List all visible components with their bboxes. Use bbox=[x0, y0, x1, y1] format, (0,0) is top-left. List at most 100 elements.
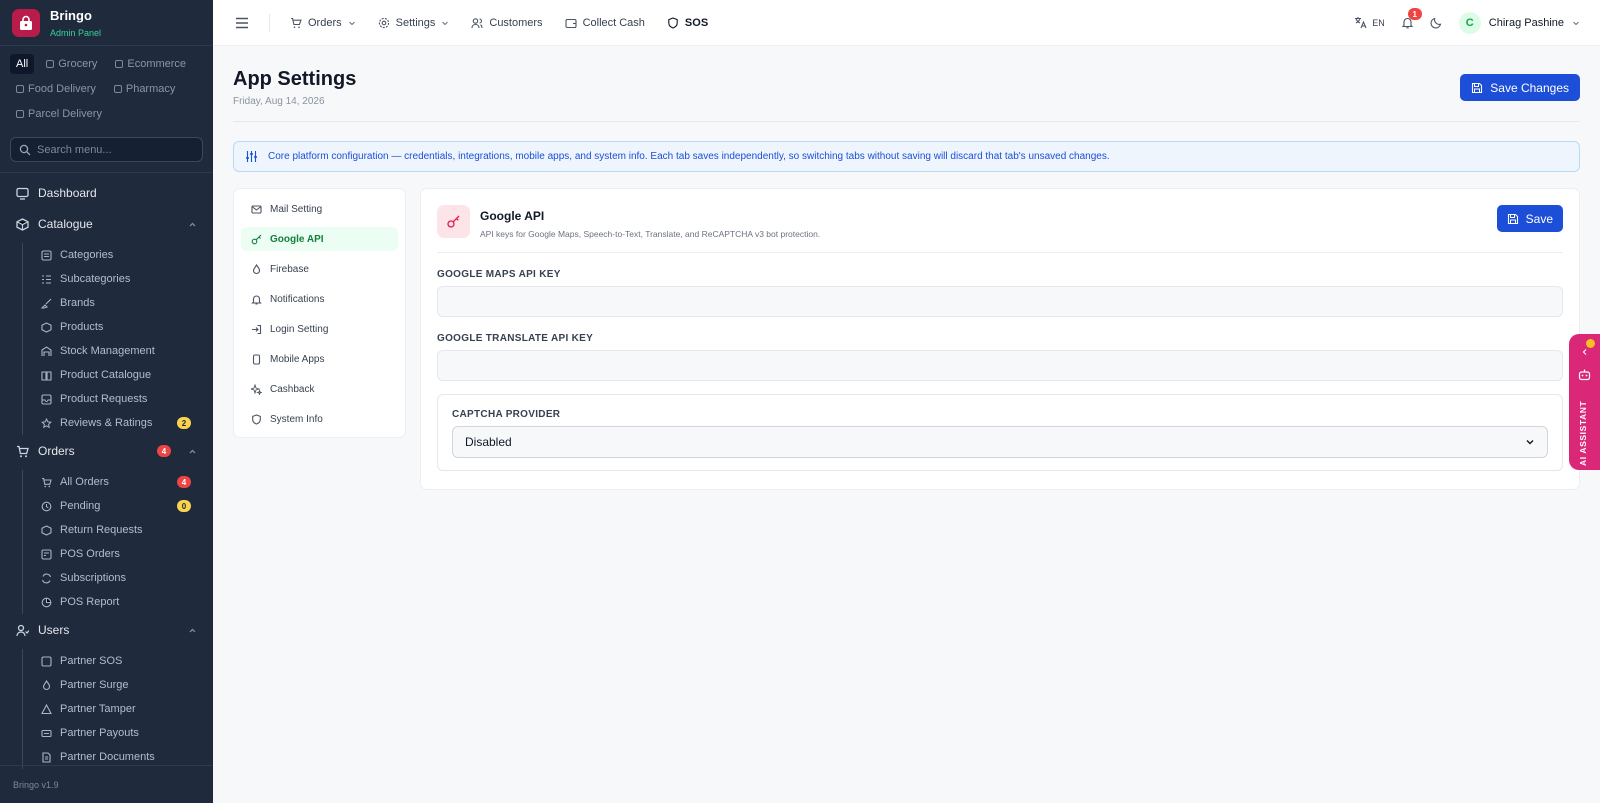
warehouse-icon bbox=[41, 345, 52, 356]
chevron-up-icon bbox=[189, 628, 196, 632]
filter-label: Grocery bbox=[58, 58, 98, 70]
orders-submenu: All Orders 4 Pending 0 Return Requests POS… bbox=[22, 470, 213, 614]
panel-header: Google API API keys for Google Maps, Spe… bbox=[437, 205, 1563, 253]
sidebar-item-subscriptions[interactable]: Subscriptions bbox=[23, 566, 213, 590]
topnav-sos[interactable]: SOS bbox=[659, 8, 716, 38]
translate-api-key-input[interactable] bbox=[437, 350, 1563, 381]
divider bbox=[269, 13, 270, 32]
sidebar-item-reviews-ratings[interactable]: Reviews & Ratings 2 bbox=[23, 411, 213, 435]
avatar: C bbox=[1458, 11, 1481, 34]
return-box-icon bbox=[41, 524, 52, 536]
sidebar-item-all-orders[interactable]: All Orders 4 bbox=[23, 470, 213, 494]
sidebar-item-label: POS Report bbox=[60, 596, 120, 608]
tab-login-setting[interactable]: Login Setting bbox=[241, 317, 398, 341]
sidebar-item-stock-management[interactable]: Stock Management bbox=[23, 339, 213, 363]
sidebar-item-return-requests[interactable]: Return Requests bbox=[23, 518, 213, 542]
sidebar-item-partner-tamper[interactable]: Partner Tamper bbox=[23, 697, 213, 721]
topnav-label: Orders bbox=[308, 16, 342, 29]
store-icon bbox=[115, 60, 124, 68]
top-nav: Orders Settings Customers Collect Cash S… bbox=[233, 8, 716, 38]
sidebar-item-product-requests[interactable]: Product Requests bbox=[23, 387, 213, 411]
filter-all[interactable]: All bbox=[10, 54, 35, 74]
tab-notifications[interactable]: Notifications bbox=[241, 287, 398, 311]
topnav-collect-cash[interactable]: Collect Cash bbox=[557, 8, 653, 38]
brand[interactable]: Bringo Admin Panel bbox=[0, 0, 213, 46]
package-icon bbox=[16, 217, 29, 231]
sidebar-item-partner-sos[interactable]: Partner SOS bbox=[23, 649, 213, 673]
sidebar-item-products[interactable]: Products bbox=[23, 315, 213, 339]
search-input[interactable] bbox=[37, 143, 187, 156]
shield-icon bbox=[252, 413, 261, 425]
sidebar-item-product-catalogue[interactable]: Product Catalogue bbox=[23, 363, 213, 387]
button-label: Save Changes bbox=[1490, 80, 1569, 95]
gear-icon bbox=[378, 17, 389, 28]
sidebar-item-orders[interactable]: Orders 4 bbox=[0, 439, 213, 463]
sidebar-item-pending[interactable]: Pending 0 bbox=[23, 494, 213, 518]
refresh-icon bbox=[41, 573, 52, 583]
status-dot bbox=[1586, 339, 1595, 348]
topnav-settings[interactable]: Settings bbox=[370, 8, 458, 38]
chevron-down-icon bbox=[348, 21, 355, 25]
tab-firebase[interactable]: Firebase bbox=[241, 257, 398, 281]
reviews-count-badge: 2 bbox=[177, 417, 191, 429]
users-icon bbox=[471, 17, 483, 28]
chevron-up-icon bbox=[189, 222, 196, 226]
cart-icon bbox=[17, 445, 29, 457]
tab-system-info[interactable]: System Info bbox=[241, 407, 398, 431]
sidebar-item-pos-orders[interactable]: POS Orders bbox=[23, 542, 213, 566]
users-icon bbox=[16, 624, 29, 636]
ai-assistant-button[interactable]: AI ASSISTANT bbox=[1569, 334, 1600, 470]
filter-label: Food Delivery bbox=[28, 83, 96, 95]
filter-ecommerce[interactable]: Ecommerce bbox=[109, 54, 192, 74]
language-switcher[interactable]: EN bbox=[1354, 16, 1385, 29]
filter-grocery[interactable]: Grocery bbox=[40, 54, 103, 74]
save-changes-button[interactable]: Save Changes bbox=[1460, 74, 1580, 101]
sidebar-item-users[interactable]: Users bbox=[0, 618, 213, 642]
menu-search[interactable] bbox=[10, 137, 203, 162]
orders-count-badge: 4 bbox=[157, 445, 171, 457]
save-button[interactable]: Save bbox=[1496, 205, 1563, 232]
top-bar: Orders Settings Customers Collect Cash S… bbox=[213, 0, 1600, 46]
tab-mobile-apps[interactable]: Mobile Apps bbox=[241, 347, 398, 371]
filter-pharmacy[interactable]: Pharmacy bbox=[108, 79, 182, 99]
tab-google-api[interactable]: Google API bbox=[241, 227, 398, 251]
filter-parcel-delivery[interactable]: Parcel Delivery bbox=[10, 104, 108, 124]
notifications-button[interactable]: 1 bbox=[1401, 8, 1422, 29]
topnav-customers[interactable]: Customers bbox=[463, 8, 550, 38]
sidebar-item-partner-surge[interactable]: Partner Surge bbox=[23, 673, 213, 697]
tab-label: Mail Setting bbox=[270, 203, 323, 215]
tab-mail-setting[interactable]: Mail Setting bbox=[241, 197, 398, 221]
sliders-icon bbox=[246, 151, 257, 162]
theme-toggle-button[interactable] bbox=[1430, 16, 1443, 29]
grid-icon bbox=[41, 249, 52, 261]
filter-label: All bbox=[16, 58, 29, 70]
menu-toggle-button[interactable] bbox=[233, 17, 251, 29]
maps-api-key-input[interactable] bbox=[437, 286, 1563, 317]
sidebar-item-pos-report[interactable]: POS Report bbox=[23, 590, 213, 614]
filter-food-delivery[interactable]: Food Delivery bbox=[10, 79, 102, 99]
sidebar-item-label: All Orders bbox=[60, 476, 109, 488]
topnav-label: SOS bbox=[684, 16, 709, 29]
sidebar-item-categories[interactable]: Categories bbox=[23, 243, 213, 267]
sidebar-item-dashboard[interactable]: Dashboard bbox=[0, 181, 213, 205]
tab-label: Mobile Apps bbox=[270, 353, 325, 365]
user-name: Chirag Pashine bbox=[1488, 16, 1564, 29]
filter-label: Parcel Delivery bbox=[28, 108, 102, 120]
sidebar-item-label: Partner Payouts bbox=[60, 727, 139, 739]
chevron-up-icon bbox=[189, 449, 196, 453]
sidebar-item-label: Pending bbox=[60, 500, 101, 512]
user-menu[interactable]: C Chirag Pashine bbox=[1458, 11, 1580, 34]
sidebar-item-subcategories[interactable]: Subcategories bbox=[23, 267, 213, 291]
captcha-provider-select[interactable]: Disabled bbox=[452, 426, 1548, 458]
store-icon bbox=[46, 60, 55, 68]
shield-icon bbox=[668, 16, 678, 29]
sidebar-item-catalogue[interactable]: Catalogue bbox=[0, 212, 213, 236]
sidebar-item-partner-payouts[interactable]: Partner Payouts bbox=[23, 721, 213, 745]
topnav-orders[interactable]: Orders bbox=[282, 8, 364, 38]
sidebar-item-brands[interactable]: Brands bbox=[23, 291, 213, 315]
moon-icon bbox=[1430, 17, 1442, 29]
sidebar-item-label: Product Catalogue bbox=[60, 369, 152, 381]
captcha-provider-label: CAPTCHA PROVIDER bbox=[452, 409, 561, 420]
sidebar-item-label: Partner Documents bbox=[60, 751, 155, 763]
tab-cashback[interactable]: Cashback bbox=[241, 377, 398, 401]
